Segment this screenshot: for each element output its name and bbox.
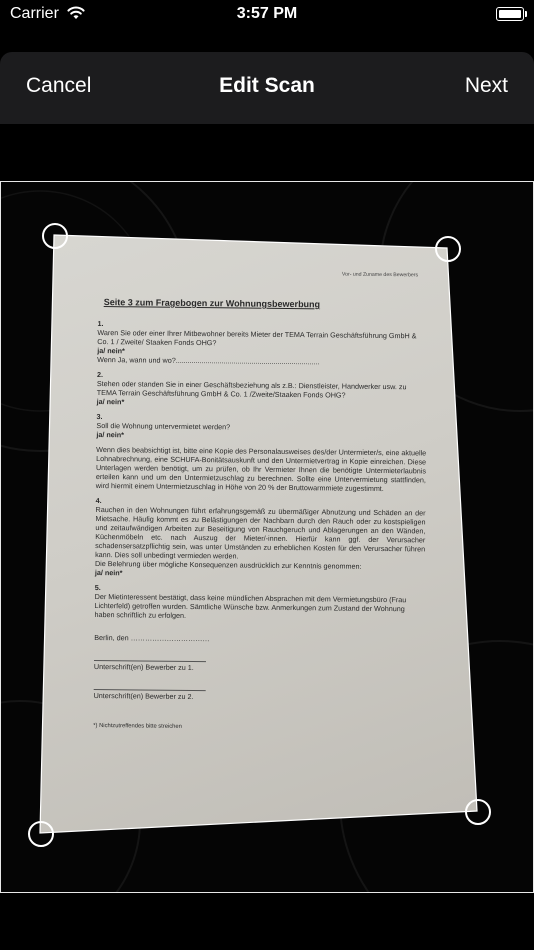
battery-icon <box>496 7 527 21</box>
crop-handle-top-left[interactable] <box>42 223 68 249</box>
next-button[interactable]: Next <box>465 74 508 98</box>
crop-handle-bottom-right[interactable] <box>465 799 491 825</box>
bottom-area <box>0 893 534 950</box>
clock: 3:57 PM <box>236 5 298 22</box>
crop-handle-top-right[interactable] <box>435 236 461 262</box>
scan-preview: Vor- und Zuname des Bewerbers Seite 3 zu… <box>0 181 534 893</box>
status-bar: Carrier 3:57 PM <box>0 0 534 30</box>
crop-handle-bottom-left[interactable] <box>28 821 54 847</box>
crop-outline <box>39 234 478 834</box>
navigation-bar: Cancel Edit Scan Next <box>0 52 534 124</box>
page-title: Edit Scan <box>219 74 315 97</box>
